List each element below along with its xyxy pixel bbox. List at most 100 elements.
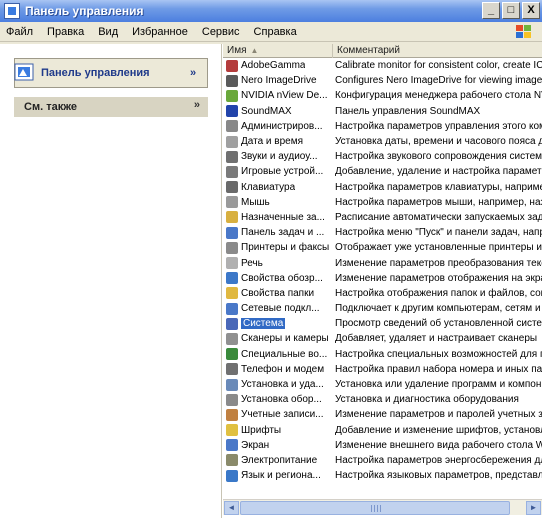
scrollbar-thumb[interactable] [240,501,510,515]
list-item[interactable]: Система Просмотр сведений об установленно… [223,316,542,331]
item-name-cell[interactable]: AdobeGamma [223,59,333,72]
window-controls: _ □ X [482,2,540,19]
item-name-cell[interactable]: Мышь [223,196,333,209]
item-comment: Настройка специальных возможностей для п [335,348,542,360]
list-item[interactable]: Nero ImageDrive Configures Nero ImageDriv… [223,73,542,88]
item-name-cell[interactable]: Телефон и модем [223,363,333,376]
item-name-cell[interactable]: Свойства обозр... [223,272,333,285]
item-name-cell[interactable]: Игровые устрой... [223,165,333,178]
column-name-label: Имя [227,45,247,56]
item-name-cell[interactable]: Сканеры и камеры [223,332,333,345]
item-name-cell[interactable]: Язык и региона... [223,469,333,482]
menu-file[interactable]: Файл [0,26,40,38]
item-comment: Настройка отображения папок и файлов, со… [335,287,542,299]
list-item[interactable]: Панель задач и ... Настройка меню "Пуск" … [223,225,542,240]
item-name-cell[interactable]: Клавиатура [223,181,333,194]
close-button[interactable]: X [522,2,540,19]
list-item[interactable]: Принтеры и факсы Отображает уже установле… [223,240,542,255]
list-item[interactable]: Назначенные за... Расписание автоматическ… [223,210,542,225]
item-name-cell[interactable]: Nero ImageDrive [223,74,333,87]
list-item[interactable]: NVIDIA nView De... Конфигурация менеджера… [223,88,542,103]
item-name-cell[interactable]: Администриров... [223,120,333,133]
item-comment: Отображает уже установленные принтеры и [335,242,542,254]
list-item[interactable]: SoundMAX Панель управления SoundMAX [223,104,542,119]
item-name-cell[interactable]: Учетные записи... [223,408,333,421]
expand-chevron-icon[interactable]: » [194,99,200,111]
item-name: Система [241,318,286,330]
item-name-cell[interactable]: SoundMAX [223,105,333,118]
item-name-cell[interactable]: Установка и уда... [223,378,333,391]
item-name-cell[interactable]: Шрифты [223,424,333,437]
internet-options-icon [226,272,238,285]
list-item[interactable]: Игровые устрой... Добавление, удаление и … [223,164,542,179]
soundmax-icon [226,105,238,118]
item-name-cell[interactable]: Сетевые подкл... [223,302,333,315]
list-item[interactable]: Специальные во... Настройка специальных в… [223,347,542,362]
menu-favorites[interactable]: Избранное [125,26,195,38]
item-name-cell[interactable]: Звуки и аудиоу... [223,150,333,163]
item-comment: Настройка правил набора номера и иных па… [335,363,542,375]
item-name-cell[interactable]: Электропитание [223,454,333,467]
item-name-cell[interactable]: Принтеры и факсы [223,241,333,254]
item-name: AdobeGamma [241,60,306,72]
collapse-chevron-icon[interactable]: » [185,66,201,82]
list-item[interactable]: Свойства папки Настройка отображения папо… [223,286,542,301]
item-name-cell[interactable]: Речь [223,257,333,270]
item-name: Электропитание [241,454,318,466]
gamepad-icon [226,165,238,178]
system-icon [226,317,238,330]
item-name-cell[interactable]: Экран [223,439,333,452]
item-name-cell[interactable]: Специальные во... [223,348,333,361]
horizontal-scrollbar[interactable]: ◄ ► [223,499,542,515]
list-item[interactable]: Шрифты Добавление и изменение шрифтов, ус… [223,423,542,438]
list-item[interactable]: Речь Изменение параметров преобразования … [223,255,542,270]
add-remove-icon [226,378,238,391]
users-icon [226,408,238,421]
see-also-section[interactable]: См. также » [14,97,208,117]
scroll-left-icon[interactable]: ◄ [224,501,239,515]
task-pane: Панель управления » См. также » [0,44,222,518]
minimize-button[interactable]: _ [482,2,500,19]
list-item[interactable]: Сетевые подкл... Подключает к другим комп… [223,301,542,316]
list-item[interactable]: Дата и время Установка даты, времени и ча… [223,134,542,149]
column-header-name[interactable]: Имя ▲ [223,44,333,58]
list-item[interactable]: Учетные записи... Изменение параметров и … [223,407,542,422]
item-name-cell[interactable]: NVIDIA nView De... [223,89,333,102]
item-name: Сетевые подкл... [241,303,320,315]
menu-help[interactable]: Справка [247,26,304,38]
item-comment: Изменение внешнего вида рабочего стола W [335,439,542,451]
list-item[interactable]: Экран Изменение внешнего вида рабочего ст… [223,438,542,453]
list-item[interactable]: AdobeGamma Calibrate monitor for consiste… [223,58,542,73]
list-item[interactable]: Установка и уда... Установка или удаление… [223,377,542,392]
list-item[interactable]: Установка обор... Установка и диагностика… [223,392,542,407]
item-name: Дата и время [241,136,304,148]
list-item[interactable]: Сканеры и камеры Добавляет, удаляет и нас… [223,331,542,346]
title-bar: Панель управления _ □ X [0,0,542,22]
control-panel-icon [4,3,20,19]
item-name-cell[interactable]: Установка обор... [223,393,333,406]
menu-view[interactable]: Вид [91,26,125,38]
maximize-button[interactable]: □ [502,2,520,19]
control-panel-section[interactable]: Панель управления » [14,58,208,88]
item-name: Свойства папки [241,287,315,299]
power-icon [226,454,238,467]
list-item[interactable]: Администриров... Настройка параметров упр… [223,119,542,134]
folder-icon [226,287,238,300]
item-name-cell[interactable]: Свойства папки [223,287,333,300]
menu-bar: Файл Правка Вид Избранное Сервис Справка [0,22,542,42]
list-item[interactable]: Электропитание Настройка параметров энерг… [223,453,542,468]
item-name-cell[interactable]: Назначенные за... [223,211,333,224]
list-item[interactable]: Клавиатура Настройка параметров клавиатур… [223,180,542,195]
menu-edit[interactable]: Правка [40,26,91,38]
item-name-cell[interactable]: Панель задач и ... [223,226,333,239]
column-header-comment[interactable]: Комментарий [333,44,542,58]
menu-tools[interactable]: Сервис [195,26,247,38]
item-name-cell[interactable]: Система [223,317,333,330]
list-item[interactable]: Звуки и аудиоу... Настройка звукового соп… [223,149,542,164]
scroll-right-icon[interactable]: ► [526,501,541,515]
list-item[interactable]: Свойства обозр... Изменение параметров от… [223,271,542,286]
item-name-cell[interactable]: Дата и время [223,135,333,148]
list-item[interactable]: Телефон и модем Настройка правил набора н… [223,362,542,377]
list-item[interactable]: Мышь Настройка параметров мыши, например,… [223,195,542,210]
list-item[interactable]: Язык и региона... Настройка языковых пара… [223,468,542,483]
